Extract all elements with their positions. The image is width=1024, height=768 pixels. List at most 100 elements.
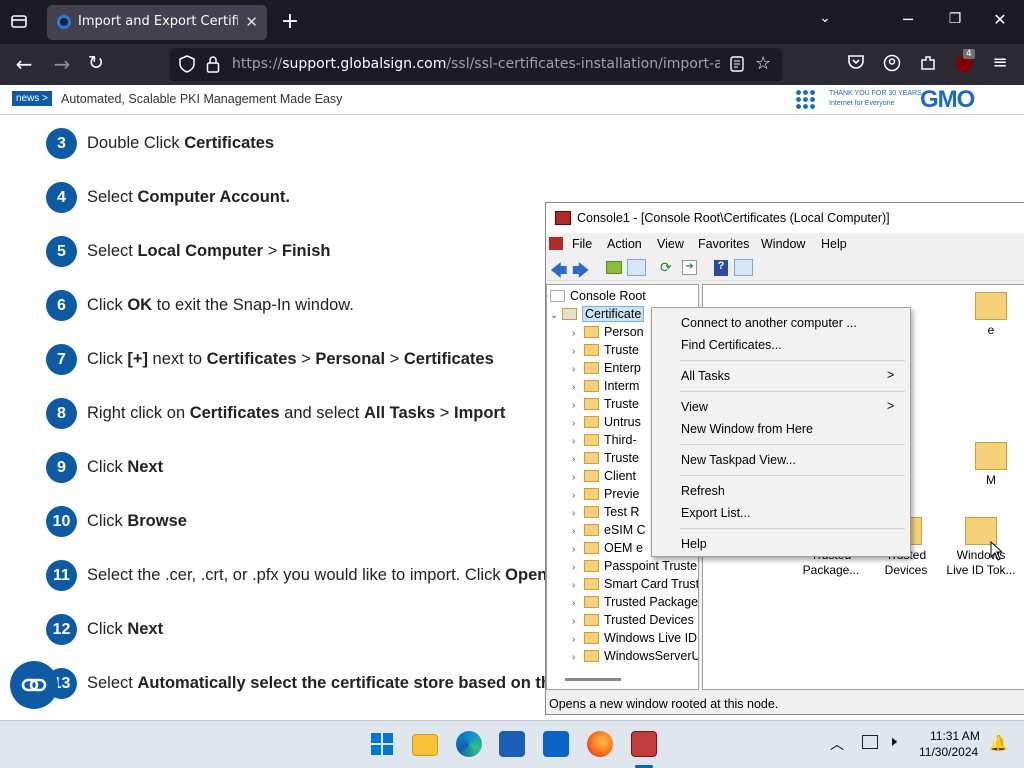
network-icon[interactable] <box>862 735 878 749</box>
mmc-title-bar[interactable]: Console1 - [Console Root\Certificates (L… <box>546 203 1024 233</box>
tree-store-item[interactable]: › Enterp <box>572 361 641 379</box>
menu-action[interactable]: Action <box>607 237 642 251</box>
expand-chevron-icon[interactable]: › <box>572 490 584 501</box>
clock-date[interactable]: 11/30/2024 <box>919 745 978 759</box>
minimize-icon[interactable]: ─ <box>898 10 918 29</box>
windows-start-icon[interactable] <box>369 731 395 757</box>
store-folder-label[interactable]: e <box>951 323 1024 338</box>
forward-icon[interactable]: → <box>50 52 74 76</box>
volume-muted-icon[interactable]: 🕨 <box>888 734 897 750</box>
extensions-icon[interactable] <box>918 54 938 76</box>
tree-store-item[interactable]: › Truste <box>572 343 639 361</box>
expand-chevron-icon[interactable]: › <box>572 652 584 663</box>
expand-chevron-icon[interactable]: › <box>572 598 584 609</box>
tree-store-item[interactable]: › Person <box>572 325 644 343</box>
tree-store-item[interactable]: › Windows Live ID <box>572 631 697 649</box>
tab-active[interactable]: Import and Export Certificate - ✕ <box>47 5 267 40</box>
menu-favorites[interactable]: Favorites <box>698 237 749 251</box>
tree-store-item[interactable]: › Trusted Package <box>572 595 698 613</box>
expand-chevron-icon[interactable]: › <box>572 436 584 447</box>
refresh-icon[interactable]: ⟳ <box>660 259 672 276</box>
ublock-icon[interactable]: 4 <box>954 49 975 78</box>
expand-chevron-icon[interactable]: › <box>572 544 584 555</box>
expand-chevron-icon[interactable]: › <box>572 454 584 465</box>
tree-store-item[interactable]: › Truste <box>572 451 639 469</box>
expand-chevron-icon[interactable]: › <box>572 634 584 645</box>
lock-icon[interactable] <box>206 55 220 77</box>
store-icon[interactable] <box>499 731 525 757</box>
notifications-bell-icon[interactable]: 🔔 <box>989 734 1008 752</box>
store-folder-label[interactable]: Windows Live ID Tok... <box>941 548 1021 578</box>
expand-chevron-icon[interactable]: › <box>572 616 584 627</box>
collapse-chevron-icon[interactable]: ⌄ <box>550 310 562 321</box>
tree-store-item[interactable]: › WindowsServerU <box>572 649 698 667</box>
tree-store-item[interactable]: › Truste <box>572 397 639 415</box>
expand-chevron-icon[interactable]: › <box>572 364 584 375</box>
menu-new-taskpad[interactable]: New Taskpad View... <box>681 453 796 467</box>
menu-help[interactable]: Help <box>821 237 847 251</box>
bookmark-star-icon[interactable]: ☆ <box>755 53 771 74</box>
help-icon[interactable]: ? <box>714 260 728 276</box>
chat-widget-button[interactable] <box>10 661 58 709</box>
gmo-logo[interactable]: GMO <box>920 86 975 114</box>
tree-store-item[interactable]: › eSIM C <box>572 523 646 541</box>
menu-help[interactable]: Help <box>681 537 707 551</box>
store-folder-icon[interactable] <box>975 292 1007 320</box>
tree-store-item[interactable]: › Untrus <box>572 415 641 433</box>
expand-chevron-icon[interactable]: › <box>572 508 584 519</box>
expand-chevron-icon[interactable]: › <box>572 382 584 393</box>
tree-console-root[interactable]: Console Root <box>550 289 646 307</box>
tree-store-item[interactable]: › Previe <box>572 487 639 505</box>
menu-refresh[interactable]: Refresh <box>681 484 725 498</box>
menu-all-tasks[interactable]: All Tasks <box>681 369 730 383</box>
outlook-icon[interactable] <box>543 731 569 757</box>
menu-find-certificates[interactable]: Find Certificates... <box>681 338 782 352</box>
expand-chevron-icon[interactable]: › <box>572 526 584 537</box>
firefox-icon[interactable] <box>587 731 613 757</box>
tree-store-item[interactable]: › OEM e <box>572 541 643 559</box>
news-badge[interactable]: news > <box>12 91 52 106</box>
app-menu-icon[interactable]: ≡ <box>990 52 1010 73</box>
expand-chevron-icon[interactable]: › <box>572 580 584 591</box>
forward-arrow-icon[interactable]: 🡆 <box>572 258 590 287</box>
store-folder-icon[interactable] <box>975 442 1007 470</box>
reader-view-icon[interactable] <box>730 56 744 76</box>
account-icon[interactable] <box>882 54 902 76</box>
menu-file[interactable]: File <box>572 237 592 251</box>
expand-chevron-icon[interactable]: › <box>572 346 584 357</box>
back-arrow-icon[interactable]: 🡄 <box>550 258 568 287</box>
tree-store-item[interactable]: › Passpoint Truste <box>572 559 697 577</box>
new-tab-button[interactable]: + <box>280 9 300 35</box>
show-hide-tree-icon[interactable] <box>627 259 646 276</box>
menu-window[interactable]: Window <box>761 237 805 251</box>
expand-chevron-icon[interactable]: › <box>572 562 584 573</box>
menu-view[interactable]: View <box>657 237 684 251</box>
tree-store-item[interactable]: › Client <box>572 469 636 487</box>
tab-close-icon[interactable]: ✕ <box>245 13 258 31</box>
tree-certificates-node[interactable]: ⌄ Certificate <box>550 306 645 325</box>
news-headline[interactable]: Automated, Scalable PKI Management Made … <box>61 92 342 106</box>
tree-store-item[interactable]: › Third- <box>572 433 637 451</box>
export-list-icon[interactable]: ➔ <box>682 260 697 275</box>
up-folder-icon[interactable] <box>606 261 622 274</box>
tree-store-item[interactable]: › Test R <box>572 505 639 523</box>
tab-overview-icon[interactable] <box>9 12 29 32</box>
file-explorer-icon[interactable] <box>412 734 438 756</box>
menu-connect-computer[interactable]: Connect to another computer ... <box>681 316 857 330</box>
maximize-icon[interactable]: ❐ <box>945 11 965 27</box>
tree-store-item[interactable]: › Smart Card Trust <box>572 577 698 595</box>
close-window-icon[interactable]: ✕ <box>990 10 1010 29</box>
pocket-icon[interactable] <box>846 54 866 74</box>
clock-time[interactable]: 11:31 AM <box>930 729 980 743</box>
menu-export-list[interactable]: Export List... <box>681 506 750 520</box>
tracking-protection-icon[interactable] <box>179 55 195 77</box>
menu-view[interactable]: View <box>681 400 708 414</box>
list-all-tabs-icon[interactable]: ⌄ <box>815 10 835 26</box>
edge-icon[interactable] <box>456 731 482 757</box>
tree-scrollbar[interactable] <box>565 678 621 681</box>
store-folder-label[interactable]: M <box>951 473 1024 488</box>
reload-icon[interactable]: ↻ <box>84 52 108 74</box>
url-bar[interactable]: https://support.globalsign.com/ssl/ssl-c… <box>170 48 782 81</box>
expand-chevron-icon[interactable]: › <box>572 472 584 483</box>
expand-chevron-icon[interactable]: › <box>572 418 584 429</box>
